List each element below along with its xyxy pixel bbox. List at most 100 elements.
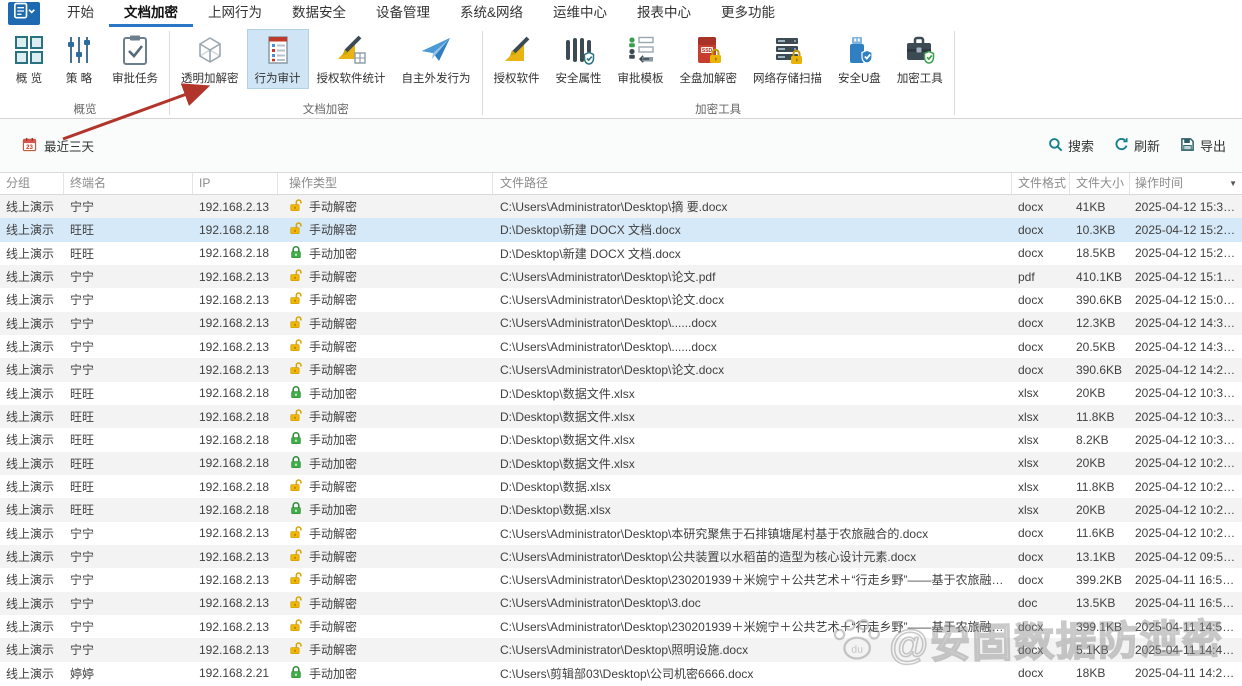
- tab-more-features[interactable]: 更多功能: [706, 0, 790, 27]
- policy-button[interactable]: 策 略: [54, 29, 104, 89]
- table-row[interactable]: 线上演示 宁宁 192.168.2.13 手动解密 C:\Users\Admin…: [0, 615, 1242, 638]
- column-header-action-type[interactable]: 操作类型: [278, 173, 493, 194]
- tab-system-network[interactable]: 系统&网络: [445, 0, 538, 27]
- security-attributes-label: 安全属性: [556, 70, 602, 86]
- app-menu-button[interactable]: [8, 2, 40, 25]
- overview-button[interactable]: 概 览: [4, 29, 54, 89]
- cell-file-path: D:\Desktop\数据.xlsx: [493, 501, 1012, 518]
- approval-tasks-button[interactable]: 审批任务: [104, 29, 166, 89]
- lock-icon: [289, 408, 303, 425]
- cell-operation-time: 2025-04-12 15:35:28: [1130, 200, 1242, 214]
- table-row[interactable]: 线上演示 旺旺 192.168.2.18 手动加密 D:\Desktop\数据文…: [0, 382, 1242, 405]
- tab-home[interactable]: 开始: [52, 0, 109, 27]
- approval-template-button[interactable]: 审批模板: [610, 29, 672, 89]
- cell-action-type: 手动解密: [278, 595, 493, 612]
- lock-icon: [289, 361, 303, 378]
- cell-group: 线上演示: [0, 245, 64, 262]
- cell-action-type: 手动解密: [278, 525, 493, 542]
- cell-file-size: 20KB: [1070, 456, 1130, 470]
- tab-web-behavior[interactable]: 上网行为: [193, 0, 277, 27]
- table-row[interactable]: 线上演示 宁宁 192.168.2.13 手动解密 C:\Users\Admin…: [0, 335, 1242, 358]
- tab-ops-center[interactable]: 运维中心: [538, 0, 622, 27]
- cell-operation-time: 2025-04-11 16:59:48: [1130, 573, 1242, 587]
- table-row[interactable]: 线上演示 宁宁 192.168.2.13 手动解密 C:\Users\Admin…: [0, 195, 1242, 218]
- table-row[interactable]: 线上演示 旺旺 192.168.2.18 手动加密 D:\Desktop\数据.…: [0, 498, 1242, 521]
- cell-ip: 192.168.2.13: [193, 526, 278, 540]
- cell-action-type: 手动解密: [278, 291, 493, 308]
- full-disk-encrypt-button[interactable]: SSD 全盘加解密: [672, 29, 746, 89]
- cell-group: 线上演示: [0, 431, 64, 448]
- svg-text:SSD: SSD: [702, 48, 713, 54]
- export-button[interactable]: 导出: [1180, 136, 1226, 155]
- licensed-software-button[interactable]: 授权软件: [486, 29, 548, 89]
- column-filter-caret-icon[interactable]: ▼: [1229, 180, 1237, 188]
- table-row[interactable]: 线上演示 宁宁 192.168.2.13 手动解密 C:\Users\Admin…: [0, 288, 1242, 311]
- calendar-icon: 23: [22, 137, 37, 155]
- cell-operation-time: 2025-04-12 09:56:22: [1130, 550, 1242, 564]
- cell-file-size: 410.1KB: [1070, 270, 1130, 284]
- cell-action-type: 手动解密: [278, 478, 493, 495]
- tab-device-management[interactable]: 设备管理: [361, 0, 445, 27]
- cell-ip: 192.168.2.18: [193, 480, 278, 494]
- cell-action-type: 手动解密: [278, 361, 493, 378]
- table-row[interactable]: 线上演示 旺旺 192.168.2.18 手动解密 D:\Desktop\数据文…: [0, 405, 1242, 428]
- table-row[interactable]: 线上演示 宁宁 192.168.2.13 手动解密 C:\Users\Admin…: [0, 358, 1242, 381]
- secure-usb-button[interactable]: 安全U盘: [830, 29, 889, 89]
- cell-file-path: C:\Users\Administrator\Desktop\论文.pdf: [493, 268, 1012, 285]
- cell-operation-time: 2025-04-12 10:28:58: [1130, 456, 1242, 470]
- table-row[interactable]: 线上演示 宁宁 192.168.2.13 手动解密 C:\Users\Admin…: [0, 545, 1242, 568]
- column-header-terminal[interactable]: 终端名: [64, 173, 193, 194]
- cell-operation-time: 2025-04-11 14:48:39: [1130, 643, 1242, 657]
- table-row[interactable]: 线上演示 宁宁 192.168.2.13 手动解密 C:\Users\Admin…: [0, 522, 1242, 545]
- licensed-software-label: 授权软件: [494, 70, 540, 86]
- cell-terminal: 宁宁: [64, 618, 193, 635]
- lock-icon: [289, 455, 303, 472]
- clipboard-check-icon: [118, 33, 152, 67]
- table-row[interactable]: 线上演示 婷婷 192.168.2.21 手动加密 C:\Users\剪辑部03…: [0, 662, 1242, 685]
- outgoing-behavior-button[interactable]: 自主外发行为: [394, 29, 479, 89]
- column-header-ip[interactable]: IP: [193, 173, 278, 194]
- table-row[interactable]: 线上演示 旺旺 192.168.2.18 手动解密 D:\Desktop\数据.…: [0, 475, 1242, 498]
- cell-ip: 192.168.2.13: [193, 316, 278, 330]
- transparent-encrypt-button[interactable]: 透明加解密: [173, 29, 247, 89]
- cell-operation-time: 2025-04-11 16:53:49: [1130, 596, 1242, 610]
- licensed-software-stats-button[interactable]: 授权软件统计: [309, 29, 394, 89]
- date-range-filter[interactable]: 23 最近三天: [22, 136, 94, 155]
- table-row[interactable]: 线上演示 旺旺 192.168.2.18 手动加密 D:\Desktop\新建 …: [0, 242, 1242, 265]
- table-row[interactable]: 线上演示 宁宁 192.168.2.13 手动解密 C:\Users\Admin…: [0, 312, 1242, 335]
- cell-file-size: 399.1KB: [1070, 620, 1130, 634]
- refresh-button[interactable]: 刷新: [1114, 136, 1160, 155]
- table-row[interactable]: 线上演示 旺旺 192.168.2.18 手动解密 D:\Desktop\新建 …: [0, 218, 1242, 241]
- tab-data-security[interactable]: 数据安全: [277, 0, 361, 27]
- cell-file-size: 13.1KB: [1070, 550, 1130, 564]
- column-header-group[interactable]: 分组: [0, 173, 64, 194]
- network-storage-scan-button[interactable]: 网络存储扫描: [745, 29, 830, 89]
- table-row[interactable]: 线上演示 旺旺 192.168.2.18 手动加密 D:\Desktop\数据文…: [0, 428, 1242, 451]
- cell-ip: 192.168.2.18: [193, 456, 278, 470]
- search-button[interactable]: 搜索: [1048, 136, 1094, 155]
- table-row[interactable]: 线上演示 宁宁 192.168.2.13 手动解密 C:\Users\Admin…: [0, 638, 1242, 661]
- cell-file-path: D:\Desktop\数据文件.xlsx: [493, 455, 1012, 472]
- cell-file-format: docx: [1012, 573, 1070, 587]
- cell-ip: 192.168.2.13: [193, 340, 278, 354]
- cell-action-type: 手动解密: [278, 408, 493, 425]
- table-row[interactable]: 线上演示 宁宁 192.168.2.13 手动解密 C:\Users\Admin…: [0, 265, 1242, 288]
- action-label: 手动解密: [309, 361, 357, 378]
- encryption-tools-button[interactable]: 加密工具: [889, 29, 951, 89]
- column-header-operation-time[interactable]: 操作时间 ▼: [1130, 173, 1242, 194]
- column-header-file-format[interactable]: 文件格式: [1012, 173, 1070, 194]
- column-header-file-path[interactable]: 文件路径: [493, 173, 1012, 194]
- table-row[interactable]: 线上演示 宁宁 192.168.2.13 手动解密 C:\Users\Admin…: [0, 592, 1242, 615]
- cell-file-format: docx: [1012, 666, 1070, 680]
- table-row[interactable]: 线上演示 旺旺 192.168.2.18 手动加密 D:\Desktop\数据文…: [0, 452, 1242, 475]
- app-menu-icon: [11, 1, 37, 26]
- tab-report-center[interactable]: 报表中心: [622, 0, 706, 27]
- cell-file-format: docx: [1012, 526, 1070, 540]
- operation-time-label: 操作时间: [1135, 176, 1183, 190]
- column-header-file-size[interactable]: 文件大小: [1070, 173, 1130, 194]
- cell-operation-time: 2025-04-12 14:23:34: [1130, 363, 1242, 377]
- behavior-audit-button[interactable]: 行为审计: [247, 29, 309, 89]
- security-attributes-button[interactable]: 安全属性: [548, 29, 610, 89]
- tab-document-encryption[interactable]: 文档加密: [109, 0, 193, 27]
- table-row[interactable]: 线上演示 宁宁 192.168.2.13 手动解密 C:\Users\Admin…: [0, 568, 1242, 591]
